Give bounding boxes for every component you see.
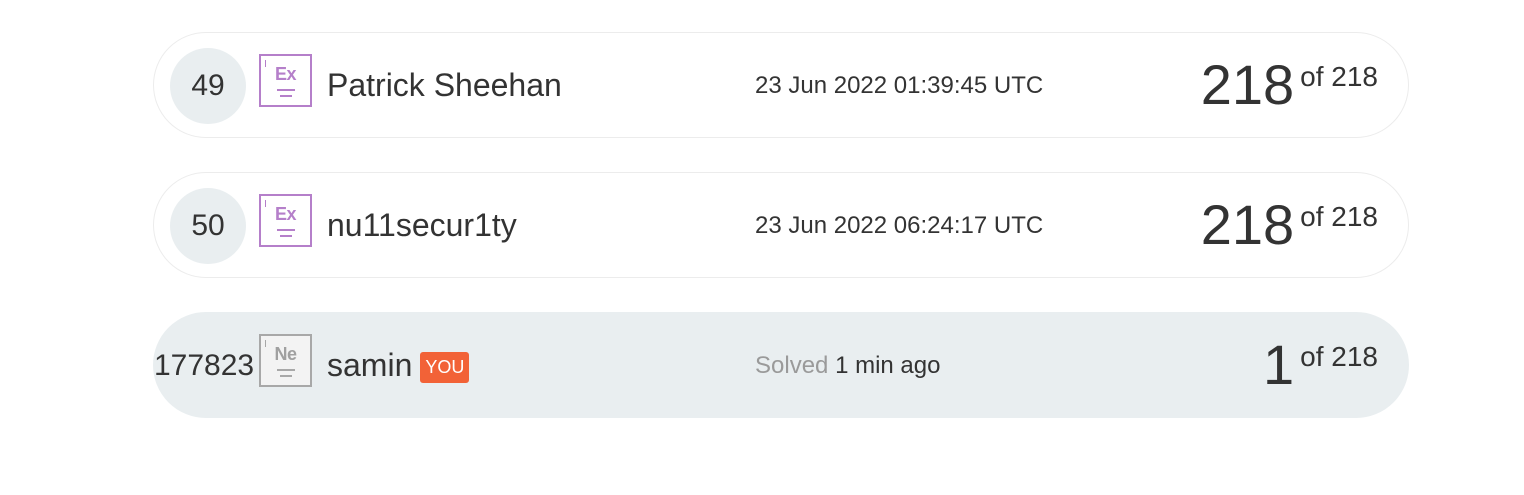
score: 218 of 218 (1201, 53, 1378, 117)
solved-status: Solved 1 min ago (755, 352, 940, 380)
score-total: of 218 (1300, 61, 1378, 92)
solved-time-ago: 1 min ago (835, 352, 941, 379)
score-total: of 218 (1300, 341, 1378, 372)
level-badge-icon: Ne (259, 334, 312, 387)
user-name-link[interactable]: nu11secur1ty (327, 206, 517, 244)
leaderboard: 49 Ex Patrick Sheehan 23 Jun 2022 01:39:… (0, 0, 1524, 495)
current-user-row: 177823 Ne samin YOU Solved 1 min ago 1 of … (153, 312, 1409, 418)
leaderboard-row: 49 Ex Patrick Sheehan 23 Jun 2022 01:39:… (153, 32, 1409, 138)
score-value: 218 (1200, 193, 1295, 256)
score: 218 of 218 (1201, 193, 1378, 257)
user-name-link[interactable]: samin (327, 347, 412, 383)
user-name-link[interactable]: Patrick Sheehan (327, 66, 562, 104)
score-value: 1 (1262, 333, 1295, 396)
badge-symbol: Ne (274, 344, 297, 364)
leaderboard-row: 50 Ex nu11secur1ty 23 Jun 2022 06:24:17 … (153, 172, 1409, 278)
badge-symbol: Ex (274, 204, 297, 224)
level-badge-icon: Ex (259, 194, 312, 247)
solved-timestamp: 23 Jun 2022 06:24:17 UTC (755, 212, 1044, 239)
solved-timestamp: 23 Jun 2022 01:39:45 UTC (755, 72, 1044, 99)
badge-symbol: Ex (274, 64, 297, 84)
solved-label: Solved (755, 352, 829, 379)
score: 1 of 218 (1263, 333, 1378, 397)
you-badge: YOU (420, 352, 470, 383)
score-value: 218 (1200, 53, 1295, 116)
level-badge-icon: Ex (259, 54, 312, 107)
user-name: samin YOU (327, 346, 470, 384)
rank-number: 49 (170, 48, 246, 124)
rank-number: 177823 (154, 349, 255, 382)
rank-number: 50 (170, 188, 246, 264)
score-total: of 218 (1300, 201, 1378, 232)
